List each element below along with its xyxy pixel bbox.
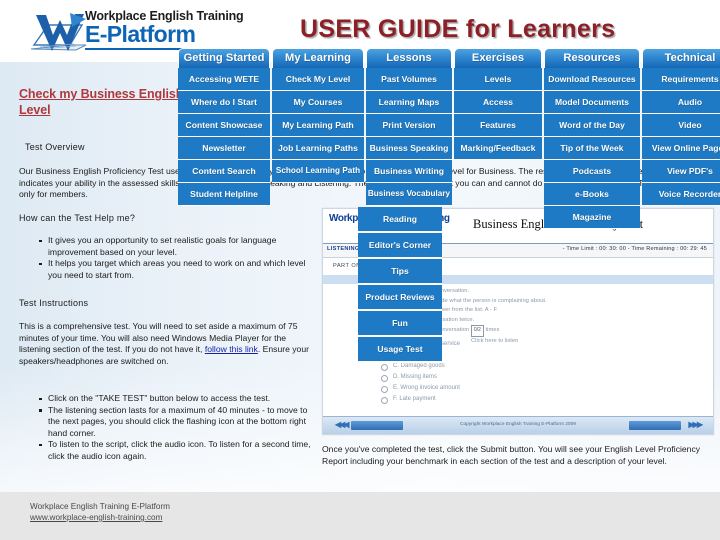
menu-column-my-learning: My Learning Check My Level My Courses My…: [272, 48, 364, 183]
submenu-item-fun[interactable]: Fun: [358, 311, 442, 337]
instructions-bullet-list: Click on the "TAKE TEST" button below to…: [19, 393, 319, 463]
screenshot-option: E. Wrong invoice amount: [381, 383, 460, 394]
screenshot-option: D. Missing items: [381, 372, 460, 383]
submenu-item-tips[interactable]: Tips: [358, 259, 442, 285]
menu-heading-my-learning[interactable]: My Learning: [272, 48, 364, 68]
menu-item-tip-of-the-week[interactable]: Tip of the Week: [544, 137, 640, 160]
slide-canvas: Check my Business English Level Test Ove…: [0, 0, 720, 540]
menu-item-learning-maps[interactable]: Learning Maps: [366, 91, 452, 114]
media-player-link[interactable]: follow this link: [205, 344, 258, 354]
menu-item-job-learning-paths[interactable]: Job Learning Paths: [272, 137, 364, 160]
list-item: It helps you target which areas you need…: [19, 258, 319, 281]
menu-item-video[interactable]: Video: [642, 114, 720, 137]
list-item: The listening section lasts for a maximu…: [19, 405, 319, 440]
menu-column-lessons: Lessons Past Volumes Learning Maps Print…: [366, 48, 452, 206]
menu-item-student-helpline[interactable]: Student Helpline: [178, 183, 270, 206]
menu-item-past-volumes[interactable]: Past Volumes: [366, 68, 452, 91]
menu-item-features[interactable]: Features: [454, 114, 542, 137]
menu-item-newsletter[interactable]: Newsletter: [178, 137, 270, 160]
laptop-w-logo-icon: [30, 13, 87, 51]
screenshot-timer: - Time Limit : 00: 30: 00 - Time Remaini…: [562, 246, 707, 252]
menu-item-my-learning-path[interactable]: My Learning Path: [272, 114, 364, 137]
screenshot-option: F. Late payment: [381, 394, 460, 405]
logo-line2: E-Platform: [85, 21, 196, 47]
submenu-item-usage-test[interactable]: Usage Test: [358, 337, 442, 363]
menu-heading-resources[interactable]: Resources: [544, 48, 640, 68]
guide-title: USER GUIDE for Learners: [300, 15, 616, 43]
menu-heading-exercises[interactable]: Exercises: [454, 48, 542, 68]
closing-paragraph: Once you've completed the test, click th…: [322, 444, 701, 466]
menu-item-view-online-pages[interactable]: View Online Pages: [642, 137, 720, 160]
list-item: To listen to the script, click the audio…: [19, 439, 319, 462]
menu-item-ebooks[interactable]: e-Books: [544, 183, 640, 206]
menu-item-levels[interactable]: Levels: [454, 68, 542, 91]
menu-item-download-resources[interactable]: Download Resources: [544, 68, 640, 91]
menu-item-audio[interactable]: Audio: [642, 91, 720, 114]
menu-item-business-writing[interactable]: Business Writing: [366, 160, 452, 183]
menu-item-business-speaking[interactable]: Business Speaking: [366, 137, 452, 160]
screenshot-listen-hint-text: Click here to listen: [471, 337, 519, 344]
menu-item-requirements[interactable]: Requirements: [642, 68, 720, 91]
menu-column-technical: Technical Requirements Audio Video View …: [642, 48, 720, 206]
menu-item-content-showcase[interactable]: Content Showcase: [178, 114, 270, 137]
menu-item-view-pdfs[interactable]: View PDF's: [642, 160, 720, 183]
menu-item-access[interactable]: Access: [454, 91, 542, 114]
menu-heading-getting-started[interactable]: Getting Started: [178, 48, 270, 68]
menu-item-model-documents[interactable]: Model Documents: [544, 91, 640, 114]
section-label-test-overview: Test Overview: [25, 142, 85, 152]
section-label-test-instructions: Test Instructions: [19, 298, 89, 308]
screenshot-section-label: LISTENING: [327, 246, 360, 252]
list-item: Click on the "TAKE TEST" button below to…: [19, 393, 319, 405]
footer-org-name: Workplace English Training E-Platform: [30, 502, 171, 511]
footer-website-link[interactable]: www.workplace-english-training.com: [30, 513, 162, 522]
menu-item-where-do-i-start[interactable]: Where do I Start: [178, 91, 270, 114]
menu-item-my-courses[interactable]: My Courses: [272, 91, 364, 114]
menu-item-marking-feedback[interactable]: Marking/Feedback: [454, 137, 542, 160]
menu-heading-technical[interactable]: Technical: [642, 48, 720, 68]
menu-item-voice-recorder[interactable]: Voice Recorder: [642, 183, 720, 206]
menu-item-magazine[interactable]: Magazine: [544, 206, 640, 229]
submenu-item-product-reviews[interactable]: Product Reviews: [358, 285, 442, 311]
menu-column-resources: Resources Download Resources Model Docum…: [544, 48, 640, 229]
screenshot-next-button: [629, 421, 681, 430]
help-bullet-list: It gives you an opportunity to set reali…: [19, 235, 319, 281]
test-instructions-paragraph: This is a comprehensive test. You will n…: [19, 321, 309, 367]
menu-item-school-learning-path[interactable]: School Learning Path: [272, 160, 364, 183]
menu-column-getting-started: Getting Started Accessing WETE Where do …: [178, 48, 270, 206]
screenshot-footer-bar: ◀◀◀ Copyright Workplace English Training…: [323, 416, 713, 434]
menu-item-podcasts[interactable]: Podcasts: [544, 160, 640, 183]
menu-item-check-my-level[interactable]: Check My Level: [272, 68, 364, 91]
menu-item-word-of-the-day[interactable]: Word of the Day: [544, 114, 640, 137]
submenu-item-editors-corner[interactable]: Editor's Corner: [358, 233, 442, 259]
next-chevron-icon: ▶▶▶: [688, 420, 704, 429]
menu-column-exercises: Exercises Levels Access Features Marking…: [454, 48, 542, 160]
screenshot-instruction-times: times: [485, 327, 500, 333]
menu-item-print-version[interactable]: Print Version: [366, 114, 452, 137]
menu-item-content-search[interactable]: Content Search: [178, 160, 270, 183]
menu-item-business-vocabulary[interactable]: Business Vocabulary: [366, 183, 452, 206]
section-label-how-can-test-help: How can the Test Help me?: [19, 213, 136, 223]
menu-item-accessing-wete[interactable]: Accessing WETE: [178, 68, 270, 91]
submenu-item-reading[interactable]: Reading: [358, 207, 442, 233]
menu-heading-lessons[interactable]: Lessons: [366, 48, 452, 68]
lessons-submenu-flyout: Reading Editor's Corner Tips Product Rev…: [358, 207, 442, 363]
page-title: Check my Business English Level: [19, 87, 184, 117]
screenshot-play-counter: 0/2: [470, 325, 484, 337]
list-item: It gives you an opportunity to set reali…: [19, 235, 319, 258]
